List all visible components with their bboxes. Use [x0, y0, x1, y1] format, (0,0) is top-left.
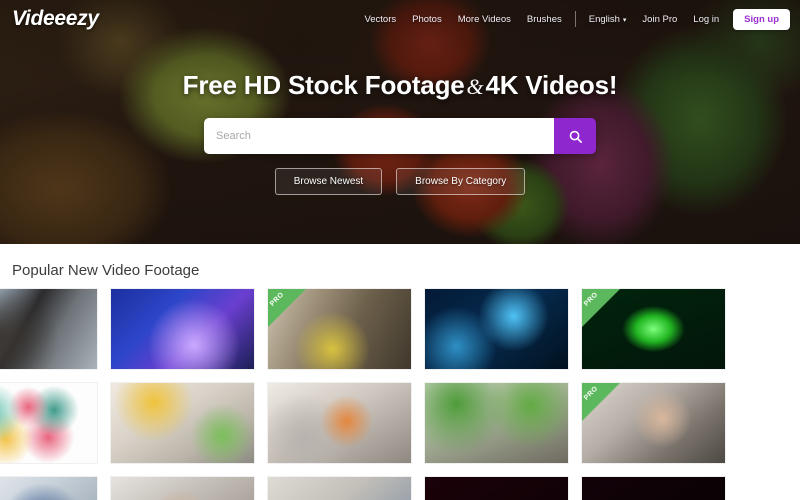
- video-thumbnail-laboratory-flasks-interior: [268, 289, 411, 369]
- hero-search-bar: [204, 118, 596, 154]
- video-card[interactable]: PRO: [0, 289, 97, 369]
- video-card[interactable]: [582, 477, 725, 500]
- video-card[interactable]: [0, 477, 97, 500]
- video-thumbnail-scientist-microscope: [0, 289, 97, 369]
- video-thumbnail-grid: PRO PRO PRO PRO: [0, 289, 800, 500]
- video-thumbnail-blue-virus-particles: [425, 289, 568, 369]
- video-card[interactable]: PRO: [582, 383, 725, 463]
- search-icon: [569, 130, 582, 143]
- headline-ampersand: &: [466, 74, 484, 99]
- site-logo[interactable]: Videeezy: [12, 7, 99, 31]
- nav-item-more-videos[interactable]: More Videos: [450, 14, 519, 25]
- video-thumbnail-ecommerce-illustration: [0, 383, 97, 463]
- video-thumbnail-doctor-grey-interior: [268, 477, 411, 500]
- video-thumbnail-woman-desk-window-plants: [425, 383, 568, 463]
- video-card[interactable]: [268, 477, 411, 500]
- chevron-down-icon: ▾: [622, 16, 627, 24]
- video-thumbnail-person-white-shirt: [111, 477, 254, 500]
- search-input[interactable]: [204, 118, 554, 154]
- video-thumbnail-green-cell-microscopy: [582, 289, 725, 369]
- video-thumbnail-office-worker-blue: [0, 477, 97, 500]
- video-card[interactable]: PRO: [268, 289, 411, 369]
- video-card[interactable]: [111, 477, 254, 500]
- hero-cta-row: Browse Newest Browse By Category: [0, 168, 800, 195]
- video-card[interactable]: [425, 477, 568, 500]
- video-thumbnail-man-sofa-smartphone: [268, 383, 411, 463]
- video-card[interactable]: [425, 383, 568, 463]
- hero-headline: Free HD Stock Footage&4K Videos!: [0, 70, 800, 101]
- section-title: Popular New Video Footage: [12, 262, 200, 279]
- language-selector[interactable]: English ▾: [581, 14, 635, 25]
- nav-item-vectors[interactable]: Vectors: [356, 14, 404, 25]
- top-navigation: Videeezy Vectors Photos More Videos Brus…: [0, 0, 800, 38]
- language-label: English: [588, 13, 620, 25]
- video-card[interactable]: [0, 383, 97, 463]
- video-card[interactable]: PRO: [582, 289, 725, 369]
- headline-part-one: Free HD Stock Footage: [182, 70, 465, 100]
- video-thumbnail-red-particle-burst: [425, 477, 568, 500]
- nav-divider: [574, 11, 576, 27]
- video-card[interactable]: [268, 383, 411, 463]
- main-content: Popular New Video Footage PRO PRO PRO PRO: [0, 244, 800, 500]
- video-thumbnail-dark-tech-red-glow: [582, 477, 725, 500]
- sign-up-button[interactable]: Sign up: [733, 8, 790, 30]
- video-thumbnail-lab-pipette-test-tubes: [111, 289, 254, 369]
- nav-links-group: Vectors Photos More Videos Brushes Engli…: [356, 8, 790, 30]
- video-card[interactable]: [111, 289, 254, 369]
- browse-newest-button[interactable]: Browse Newest: [274, 168, 383, 195]
- nav-item-log-in[interactable]: Log in: [685, 14, 727, 25]
- video-thumbnail-woman-mask-thumbs-up: [582, 383, 725, 463]
- nav-item-photos[interactable]: Photos: [404, 14, 450, 25]
- search-submit-button[interactable]: [554, 118, 596, 154]
- headline-part-two: 4K Videos!: [485, 70, 618, 100]
- video-card[interactable]: [111, 383, 254, 463]
- hero-banner: Videeezy Vectors Photos More Videos Brus…: [0, 0, 800, 244]
- browse-by-category-button[interactable]: Browse By Category: [396, 168, 526, 195]
- video-thumbnail-hands-laptop-desk: [111, 383, 254, 463]
- video-card[interactable]: [425, 289, 568, 369]
- nav-item-join-pro[interactable]: Join Pro: [634, 14, 685, 25]
- nav-item-brushes[interactable]: Brushes: [519, 14, 570, 25]
